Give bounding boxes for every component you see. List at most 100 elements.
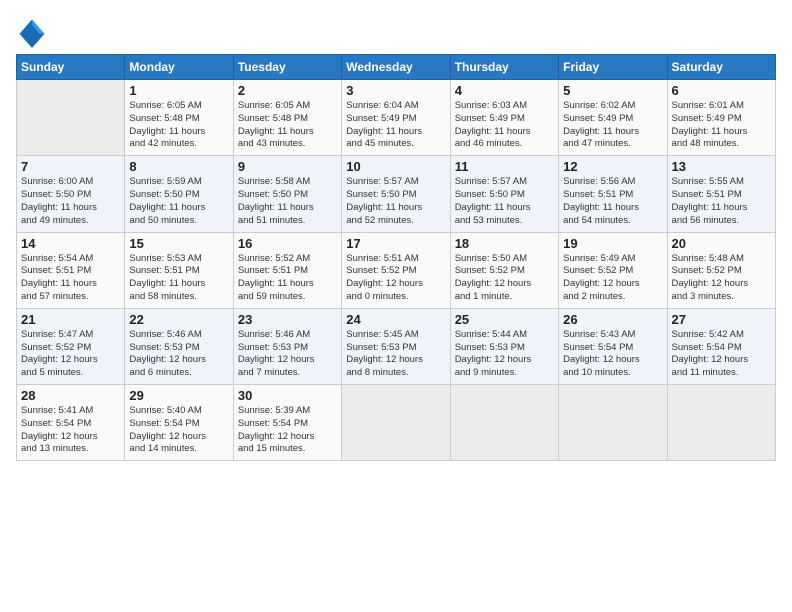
day-number: 1 (129, 83, 228, 98)
week-row-2: 7 Sunrise: 6:00 AMSunset: 5:50 PMDaylight… (17, 156, 776, 232)
calendar-cell: 17 Sunrise: 5:51 AMSunset: 5:52 PMDayligh… (342, 232, 450, 308)
day-info: Sunrise: 5:40 AMSunset: 5:54 PMDaylight:… (129, 405, 228, 456)
calendar-cell: 25 Sunrise: 5:44 AMSunset: 5:53 PMDayligh… (450, 308, 558, 384)
day-info: Sunrise: 6:02 AMSunset: 5:49 PMDaylight:… (563, 100, 662, 151)
day-number: 23 (238, 312, 337, 327)
day-info: Sunrise: 5:56 AMSunset: 5:51 PMDaylight:… (563, 176, 662, 227)
calendar-cell (559, 385, 667, 461)
day-number: 2 (238, 83, 337, 98)
day-info: Sunrise: 5:52 AMSunset: 5:51 PMDaylight:… (238, 253, 337, 304)
day-number: 7 (21, 159, 120, 174)
calendar-cell: 7 Sunrise: 6:00 AMSunset: 5:50 PMDaylight… (17, 156, 125, 232)
day-info: Sunrise: 6:01 AMSunset: 5:49 PMDaylight:… (672, 100, 771, 151)
day-info: Sunrise: 5:55 AMSunset: 5:51 PMDaylight:… (672, 176, 771, 227)
day-header-saturday: Saturday (667, 55, 775, 80)
day-number: 16 (238, 236, 337, 251)
calendar-table: SundayMondayTuesdayWednesdayThursdayFrid… (16, 54, 776, 461)
day-info: Sunrise: 5:47 AMSunset: 5:52 PMDaylight:… (21, 329, 120, 380)
day-number: 30 (238, 388, 337, 403)
day-number: 6 (672, 83, 771, 98)
calendar-cell: 12 Sunrise: 5:56 AMSunset: 5:51 PMDayligh… (559, 156, 667, 232)
calendar-cell: 15Sunrise: 5:53 AMSunset: 5:51 PMDayligh… (125, 232, 233, 308)
day-number: 9 (238, 159, 337, 174)
day-number: 25 (455, 312, 554, 327)
day-info: Sunrise: 5:46 AMSunset: 5:53 PMDaylight:… (129, 329, 228, 380)
week-row-1: 1 Sunrise: 6:05 AMSunset: 5:48 PMDaylight… (17, 80, 776, 156)
page: SundayMondayTuesdayWednesdayThursdayFrid… (0, 0, 792, 612)
day-info: Sunrise: 5:41 AMSunset: 5:54 PMDaylight:… (21, 405, 120, 456)
calendar-cell: 14 Sunrise: 5:54 AMSunset: 5:51 PMDayligh… (17, 232, 125, 308)
calendar-cell: 29 Sunrise: 5:40 AMSunset: 5:54 PMDayligh… (125, 385, 233, 461)
calendar-cell: 11 Sunrise: 5:57 AMSunset: 5:50 PMDayligh… (450, 156, 558, 232)
day-info: Sunrise: 6:00 AMSunset: 5:50 PMDaylight:… (21, 176, 120, 227)
day-info: Sunrise: 5:58 AMSunset: 5:50 PMDaylight:… (238, 176, 337, 227)
day-number: 14 (21, 236, 120, 251)
day-info: Sunrise: 5:44 AMSunset: 5:53 PMDaylight:… (455, 329, 554, 380)
header (16, 10, 776, 48)
day-info: Sunrise: 6:04 AMSunset: 5:49 PMDaylight:… (346, 100, 445, 151)
day-header-monday: Monday (125, 55, 233, 80)
calendar-header-row: SundayMondayTuesdayWednesdayThursdayFrid… (17, 55, 776, 80)
day-header-friday: Friday (559, 55, 667, 80)
calendar-cell (667, 385, 775, 461)
calendar-cell (450, 385, 558, 461)
day-info: Sunrise: 5:59 AMSunset: 5:50 PMDaylight:… (129, 176, 228, 227)
logo (16, 16, 50, 48)
day-info: Sunrise: 5:51 AMSunset: 5:52 PMDaylight:… (346, 253, 445, 304)
day-number: 29 (129, 388, 228, 403)
calendar-cell: 18Sunrise: 5:50 AMSunset: 5:52 PMDayligh… (450, 232, 558, 308)
day-number: 24 (346, 312, 445, 327)
calendar-cell: 27 Sunrise: 5:42 AMSunset: 5:54 PMDayligh… (667, 308, 775, 384)
week-row-5: 28 Sunrise: 5:41 AMSunset: 5:54 PMDayligh… (17, 385, 776, 461)
calendar-cell: 2 Sunrise: 6:05 AMSunset: 5:48 PMDaylight… (233, 80, 341, 156)
calendar-cell: 8 Sunrise: 5:59 AMSunset: 5:50 PMDaylight… (125, 156, 233, 232)
day-info: Sunrise: 5:46 AMSunset: 5:53 PMDaylight:… (238, 329, 337, 380)
day-number: 3 (346, 83, 445, 98)
calendar-cell: 22 Sunrise: 5:46 AMSunset: 5:53 PMDayligh… (125, 308, 233, 384)
week-row-4: 21Sunrise: 5:47 AMSunset: 5:52 PMDayligh… (17, 308, 776, 384)
day-info: Sunrise: 5:54 AMSunset: 5:51 PMDaylight:… (21, 253, 120, 304)
day-info: Sunrise: 5:43 AMSunset: 5:54 PMDaylight:… (563, 329, 662, 380)
calendar-cell: 20Sunrise: 5:48 AMSunset: 5:52 PMDayligh… (667, 232, 775, 308)
day-number: 28 (21, 388, 120, 403)
day-info: Sunrise: 6:05 AMSunset: 5:48 PMDaylight:… (129, 100, 228, 151)
day-info: Sunrise: 5:39 AMSunset: 5:54 PMDaylight:… (238, 405, 337, 456)
calendar-cell: 10Sunrise: 5:57 AMSunset: 5:50 PMDayligh… (342, 156, 450, 232)
day-number: 4 (455, 83, 554, 98)
day-info: Sunrise: 5:49 AMSunset: 5:52 PMDaylight:… (563, 253, 662, 304)
day-number: 12 (563, 159, 662, 174)
calendar-cell (342, 385, 450, 461)
calendar-cell: 24Sunrise: 5:45 AMSunset: 5:53 PMDayligh… (342, 308, 450, 384)
logo-icon (16, 16, 48, 48)
day-number: 10 (346, 159, 445, 174)
day-header-thursday: Thursday (450, 55, 558, 80)
calendar-cell: 30 Sunrise: 5:39 AMSunset: 5:54 PMDayligh… (233, 385, 341, 461)
day-number: 17 (346, 236, 445, 251)
calendar-cell: 6 Sunrise: 6:01 AMSunset: 5:49 PMDaylight… (667, 80, 775, 156)
calendar-cell: 28 Sunrise: 5:41 AMSunset: 5:54 PMDayligh… (17, 385, 125, 461)
calendar-cell: 16 Sunrise: 5:52 AMSunset: 5:51 PMDayligh… (233, 232, 341, 308)
calendar-cell: 9 Sunrise: 5:58 AMSunset: 5:50 PMDaylight… (233, 156, 341, 232)
calendar-cell (17, 80, 125, 156)
calendar-cell: 13Sunrise: 5:55 AMSunset: 5:51 PMDayligh… (667, 156, 775, 232)
calendar-cell: 19 Sunrise: 5:49 AMSunset: 5:52 PMDayligh… (559, 232, 667, 308)
day-header-tuesday: Tuesday (233, 55, 341, 80)
day-header-sunday: Sunday (17, 55, 125, 80)
day-info: Sunrise: 6:05 AMSunset: 5:48 PMDaylight:… (238, 100, 337, 151)
day-info: Sunrise: 5:42 AMSunset: 5:54 PMDaylight:… (672, 329, 771, 380)
calendar-cell: 21Sunrise: 5:47 AMSunset: 5:52 PMDayligh… (17, 308, 125, 384)
day-number: 26 (563, 312, 662, 327)
day-number: 22 (129, 312, 228, 327)
week-row-3: 14 Sunrise: 5:54 AMSunset: 5:51 PMDayligh… (17, 232, 776, 308)
day-number: 8 (129, 159, 228, 174)
calendar-cell: 4 Sunrise: 6:03 AMSunset: 5:49 PMDaylight… (450, 80, 558, 156)
day-info: Sunrise: 5:57 AMSunset: 5:50 PMDaylight:… (455, 176, 554, 227)
day-number: 18 (455, 236, 554, 251)
day-number: 5 (563, 83, 662, 98)
calendar-cell: 5 Sunrise: 6:02 AMSunset: 5:49 PMDaylight… (559, 80, 667, 156)
day-number: 11 (455, 159, 554, 174)
day-number: 27 (672, 312, 771, 327)
day-info: Sunrise: 6:03 AMSunset: 5:49 PMDaylight:… (455, 100, 554, 151)
day-number: 19 (563, 236, 662, 251)
day-header-wednesday: Wednesday (342, 55, 450, 80)
